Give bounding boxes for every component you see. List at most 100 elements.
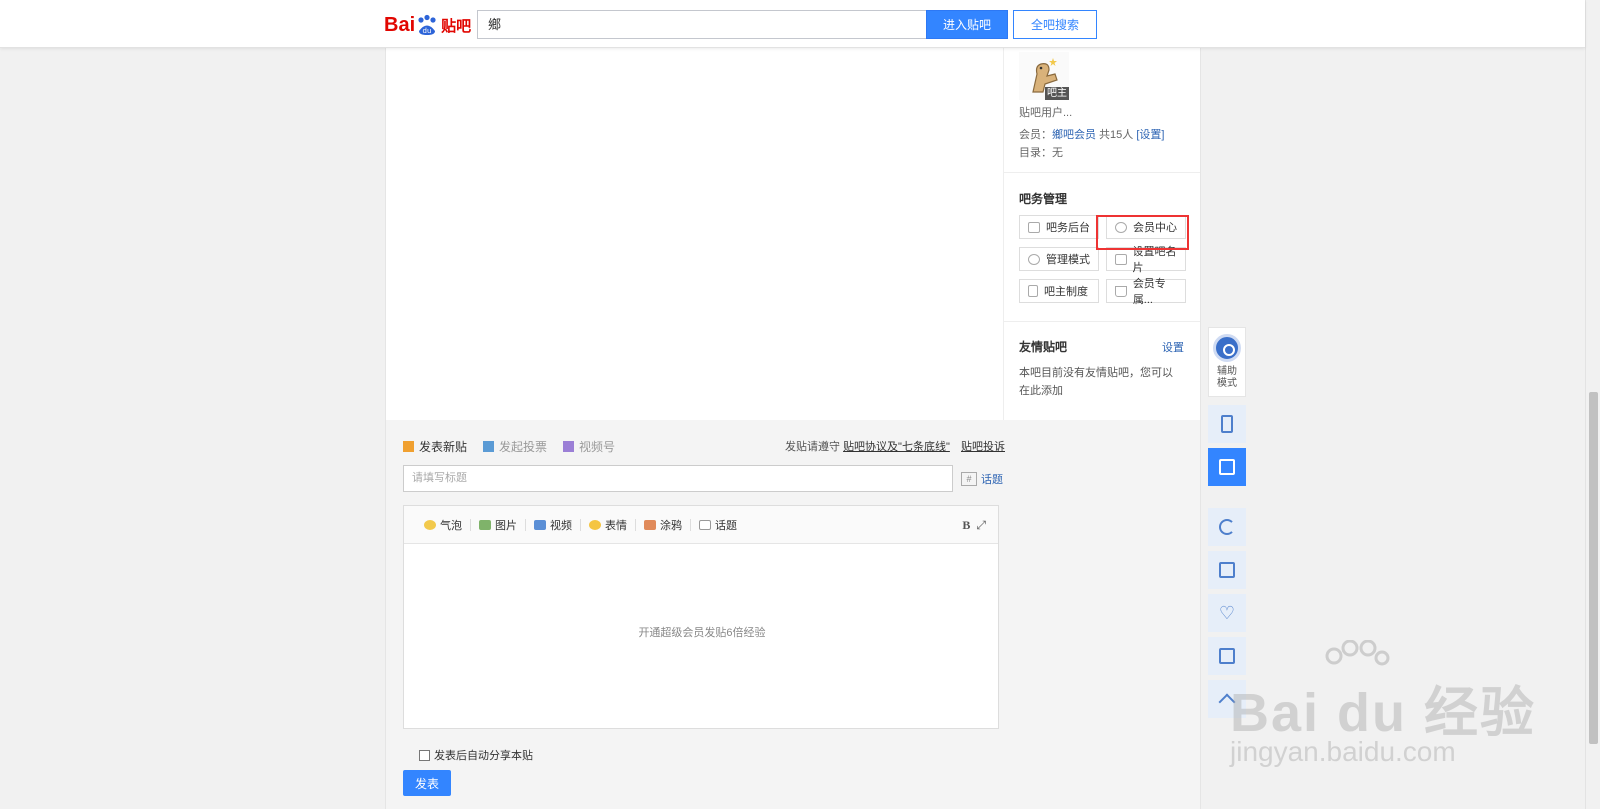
mobile-download-button[interactable] — [1208, 405, 1246, 443]
right-sidebar: 吧主 贴吧用户... 会员：鄉吧会员 共15人 [设置] 目录：无 吧务管理 吧… — [1004, 48, 1200, 420]
top-bar: Bai du 贴吧 鄉 进入贴吧 全吧搜索 — [0, 0, 1585, 48]
username[interactable]: 贴吧用户... — [1019, 104, 1072, 120]
member-count: 共15人 — [1096, 129, 1137, 141]
card-icon — [1115, 253, 1127, 265]
directory-line: 目录：无 — [1019, 144, 1063, 160]
video-channel-icon — [563, 441, 575, 452]
back-to-top-button[interactable] — [1208, 680, 1246, 718]
hash-icon: # — [961, 472, 977, 486]
set-bar-card-button[interactable]: 设置吧名片 — [1106, 246, 1186, 274]
editor-toolbar: 气泡 图片 视频 表情 涂鸦 话题 — [404, 506, 998, 544]
tool-label: 话题 — [715, 519, 737, 532]
heart-icon: ♡ — [1218, 603, 1236, 623]
button-label: 会员中心 — [1133, 222, 1177, 234]
rules-prefix: 发贴请遵守 — [785, 441, 844, 453]
member-settings-link[interactable]: [设置] — [1136, 129, 1164, 141]
refresh-icon — [1219, 519, 1235, 535]
enter-bar-button[interactable]: 进入贴吧 — [926, 10, 1008, 39]
favorite-button[interactable]: ♡ — [1208, 594, 1246, 632]
report-button[interactable] — [1208, 637, 1246, 675]
friends-add-link[interactable]: 在此添加 — [1019, 382, 1063, 398]
editor-hint: 开通超级会员发贴6倍经验 — [638, 627, 766, 639]
owner-rules-button[interactable]: 吧主制度 — [1019, 279, 1099, 303]
friends-title: 友情贴吧 — [1019, 340, 1068, 354]
tool-doodle[interactable]: 涂鸦 — [636, 518, 691, 532]
management-title: 吧务管理 — [1019, 192, 1068, 206]
button-label: 吧主制度 — [1044, 286, 1088, 298]
share-label: 发表后自动分享本贴 — [434, 750, 533, 762]
hash-icon — [699, 519, 711, 530]
topic-button[interactable]: # 话题 — [961, 471, 1003, 487]
posts-content-area — [386, 48, 1004, 420]
posting-rules: 发贴请遵守 贴吧协议及"七条底线" — [785, 438, 950, 454]
title-input[interactable]: 请填写标题 — [403, 465, 953, 492]
crown-icon — [1115, 285, 1127, 297]
admin-backend-button[interactable]: 吧务后台 — [1019, 215, 1099, 239]
tool-label: 图片 — [495, 519, 517, 532]
assist-mode-button[interactable]: 辅助模式 — [1208, 327, 1246, 397]
baidu-tieba-logo[interactable]: Bai du 贴吧 — [384, 9, 472, 41]
owner-badge: 吧主 — [1045, 87, 1069, 100]
search-all-button[interactable]: 全吧搜索 — [1013, 10, 1097, 39]
tab-label: 视频号 — [579, 440, 616, 454]
tool-emoji[interactable]: 表情 — [581, 518, 636, 532]
refresh-button[interactable] — [1208, 508, 1246, 546]
pencil-icon — [403, 441, 414, 452]
post-editor-panel: 发表新贴 发起投票 视频号 发贴请遵守 贴吧协议及"七条底线" 贴吧投诉 请填写… — [386, 420, 1200, 809]
tool-image[interactable]: 图片 — [471, 518, 526, 532]
member-line: 会员：鄉吧会员 共15人 [设置] — [1019, 126, 1164, 142]
edit-icon — [1219, 459, 1235, 475]
baidu-jingyan-watermark: Bai du 经验 jingyan.baidu.com — [1230, 640, 1534, 770]
avatar[interactable]: 吧主 — [1019, 52, 1069, 100]
paw-icon: du — [416, 14, 438, 36]
divider — [1004, 321, 1200, 322]
logo-text-tieba: 贴吧 — [441, 16, 472, 35]
friends-settings-link[interactable]: 设置 — [1162, 339, 1184, 355]
brush-icon — [644, 519, 656, 530]
auto-share-checkbox[interactable]: 发表后自动分享本贴 — [419, 747, 533, 763]
rules-link[interactable]: 贴吧协议及"七条底线" — [843, 441, 950, 453]
tool-label: 视频 — [550, 519, 572, 532]
tab-label: 发表新贴 — [419, 440, 468, 454]
topic-label: 话题 — [981, 474, 1003, 486]
member-center-button[interactable]: 会员中心 — [1106, 215, 1186, 239]
manage-mode-button[interactable]: 管理模式 — [1019, 247, 1099, 271]
scrollbar[interactable] — [1585, 0, 1600, 809]
scroll-thumb[interactable] — [1589, 392, 1598, 744]
button-label: 会员专属... — [1132, 278, 1166, 306]
tool-label: 气泡 — [440, 519, 462, 532]
tool-label: 表情 — [605, 519, 627, 532]
compose-button[interactable] — [1208, 448, 1246, 486]
tab-poll[interactable]: 发起投票 — [483, 438, 547, 455]
directory-value: 无 — [1052, 147, 1063, 159]
watermark-paw-icon — [1325, 640, 1390, 666]
search-input[interactable]: 鄉 — [477, 10, 927, 39]
bold-icon[interactable]: B — [962, 518, 970, 533]
tool-bubble[interactable]: 气泡 — [416, 518, 471, 532]
emoji-icon — [589, 519, 601, 530]
editor-tabs: 发表新贴 发起投票 视频号 — [403, 438, 615, 455]
image-icon — [479, 519, 491, 530]
tab-video-channel[interactable]: 视频号 — [563, 438, 615, 455]
rich-text-editor[interactable]: 气泡 图片 视频 表情 涂鸦 话题 B ⤢ 开通超级会员发贴6倍经验 — [403, 505, 999, 729]
member-link[interactable]: 鄉吧会员 — [1052, 129, 1096, 141]
tool-topic[interactable]: 话题 — [691, 519, 745, 532]
tool-video[interactable]: 视频 — [526, 518, 581, 532]
checkbox-icon[interactable] — [419, 749, 430, 761]
bubble-icon — [424, 519, 436, 530]
main-column: 吧主 贴吧用户... 会员：鄉吧会员 共15人 [设置] 目录：无 吧务管理 吧… — [385, 48, 1201, 809]
assist-label: 辅助模式 — [1217, 366, 1237, 389]
document-icon — [1028, 285, 1038, 297]
complaint-link[interactable]: 贴吧投诉 — [961, 438, 1005, 454]
users-icon — [1115, 221, 1127, 233]
report-icon — [1219, 648, 1235, 664]
tab-new-post[interactable]: 发表新贴 — [403, 438, 467, 455]
member-exclusive-button[interactable]: 会员专属... — [1106, 278, 1186, 306]
phone-download-icon — [1221, 415, 1233, 433]
submit-button[interactable]: 发表 — [403, 770, 451, 796]
fullscreen-icon[interactable]: ⤢ — [976, 518, 986, 533]
folder-icon — [1028, 221, 1040, 233]
button-label: 吧务后台 — [1046, 222, 1090, 234]
share-button[interactable] — [1208, 551, 1246, 589]
assist-icon — [1213, 334, 1241, 362]
